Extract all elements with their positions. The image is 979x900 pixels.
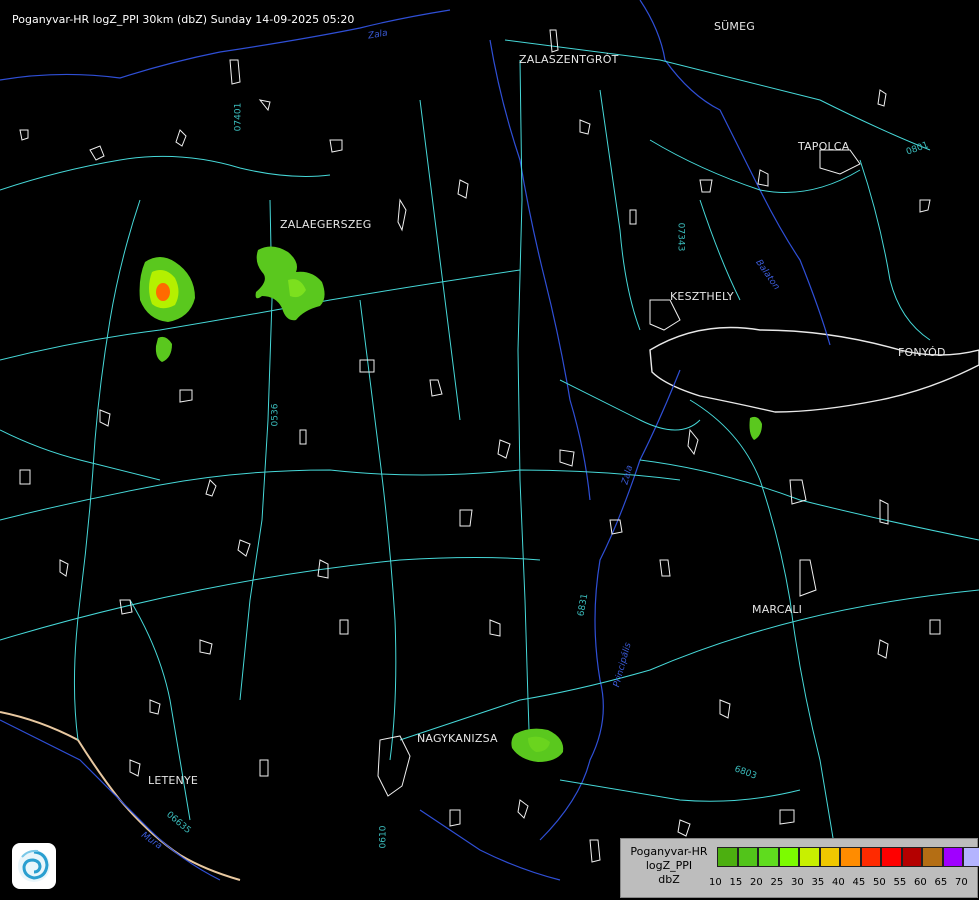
city-label-zalaszentgrot: ZALASZENTGRÓT xyxy=(519,53,619,66)
road-label-0536: 0536 xyxy=(270,403,281,427)
legend-line-2: logZ_PPI xyxy=(645,859,693,872)
legend-tick-label: 65 xyxy=(934,877,948,888)
legend-tick-label: 35 xyxy=(811,877,825,888)
road-label-0610: 0610 xyxy=(378,825,389,849)
road-label-07401: 07401 xyxy=(233,102,244,132)
echo-core xyxy=(156,283,170,301)
legend-tick-label: 45 xyxy=(852,877,866,888)
radar-map[interactable] xyxy=(0,0,979,900)
legend-swatch xyxy=(819,847,840,867)
legend-swatch xyxy=(942,847,963,867)
legend-swatches xyxy=(717,847,979,867)
legend-tick-label: 30 xyxy=(791,877,804,888)
legend-tick-label: 10 xyxy=(709,877,722,888)
road-label-07343: 07343 xyxy=(675,222,686,252)
city-label-marcali: MARCALI xyxy=(752,603,803,616)
legend-tick-label: 25 xyxy=(770,877,784,888)
roads xyxy=(0,39,979,881)
legend-tick-label: 20 xyxy=(750,877,763,888)
legend-swatch xyxy=(717,847,738,867)
legend-swatch xyxy=(860,847,881,867)
city-label-fonyod: FONYÓD xyxy=(898,346,946,359)
color-legend: Poganyvar-HR logZ_PPI dbZ 10 15 20 25 30 35 40… xyxy=(620,838,979,898)
legend-tick-label: 50 xyxy=(873,877,886,888)
legend-tick-label: 15 xyxy=(729,877,743,888)
legend-swatch xyxy=(922,847,943,867)
legend-line-1: Poganyvar-HR xyxy=(630,845,708,858)
city-label-letenye: LETENYE xyxy=(148,774,199,787)
legend-title: Poganyvar-HR logZ_PPI dbZ xyxy=(621,845,717,887)
legend-tick-label: 60 xyxy=(914,877,927,888)
radar-logo xyxy=(12,843,56,889)
legend-swatch xyxy=(758,847,779,867)
city-label-nagykanizsa: NAGYKANIZSA xyxy=(417,732,498,745)
radar-echoes xyxy=(139,246,762,762)
map-title: Poganyvar-HR logZ_PPI 30km (dbZ) Sunday … xyxy=(12,13,355,26)
city-label-keszthely: KESZTHELY xyxy=(670,290,734,303)
legend-swatch xyxy=(799,847,820,867)
rivers xyxy=(0,0,831,881)
swirl-icon xyxy=(18,849,50,882)
legend-swatch xyxy=(840,847,861,867)
legend-swatch xyxy=(737,847,758,867)
echo-cell-keszthely xyxy=(749,416,762,440)
legend-swatch xyxy=(963,847,979,867)
legend-swatch xyxy=(901,847,922,867)
city-label-tapolca: TAPOLCA xyxy=(798,140,850,153)
legend-swatch xyxy=(778,847,799,867)
legend-line-3: dbZ xyxy=(658,873,680,886)
legend-swatch xyxy=(881,847,902,867)
city-label-sumeg: SÜMEG xyxy=(714,20,755,33)
city-label-zalaegerszeg: ZALAEGERSZEG xyxy=(280,218,372,231)
legend-tick-label: 70 xyxy=(955,877,968,888)
legend-tick-label: 55 xyxy=(893,877,907,888)
legend-ticks: 10 15 20 25 30 35 40 45 50 55 60 65 70 xyxy=(709,877,976,888)
legend-tick-label: 40 xyxy=(832,877,845,888)
